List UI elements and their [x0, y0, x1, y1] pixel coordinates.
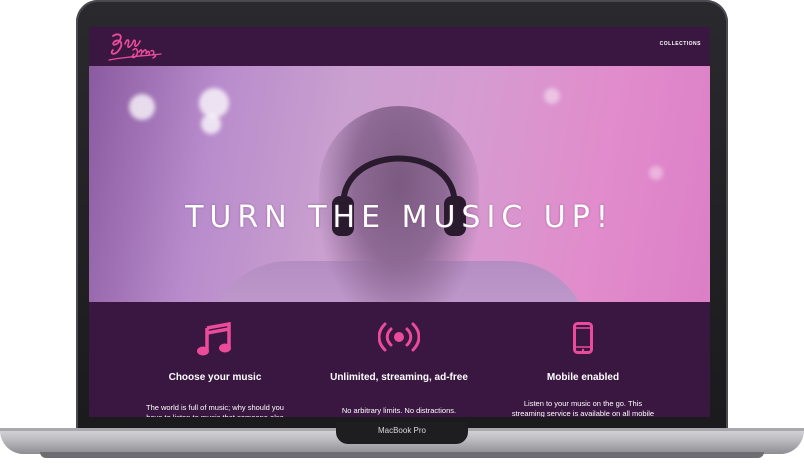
feature-description: No arbitrary limits. No distractions.: [341, 406, 457, 415]
features-section: Choose your music The world is full of m…: [89, 302, 710, 417]
site-header: COLLECTIONS: [89, 27, 710, 66]
laptop-foot: [40, 452, 764, 458]
feature-title: Unlimited, streaming, ad-free: [330, 372, 468, 383]
logo[interactable]: [103, 30, 167, 64]
feature-description: The world is full of music; why should y…: [146, 403, 284, 417]
laptop-screen: COLLECTIONS TURN THE MUSIC UP! Choose yo…: [89, 27, 710, 417]
bokeh-light: [649, 166, 663, 180]
feature-title: Choose your music: [168, 372, 262, 383]
feature-title: Mobile enabled: [546, 372, 620, 383]
laptop-model-label: MacBook Pro: [377, 426, 427, 435]
feature-description: Listen to your music on the go. This str…: [511, 399, 655, 417]
hero-banner: TURN THE MUSIC UP!: [89, 66, 710, 302]
music-note-icon: [197, 322, 231, 356]
bokeh-light: [201, 114, 221, 134]
nav-collections[interactable]: COLLECTIONS: [660, 41, 701, 47]
broadcast-icon: [378, 322, 420, 352]
mobile-phone-icon: [573, 322, 593, 354]
hero-title: TURN THE MUSIC UP!: [185, 200, 614, 235]
bokeh-light: [544, 88, 560, 104]
bokeh-light: [129, 94, 155, 120]
